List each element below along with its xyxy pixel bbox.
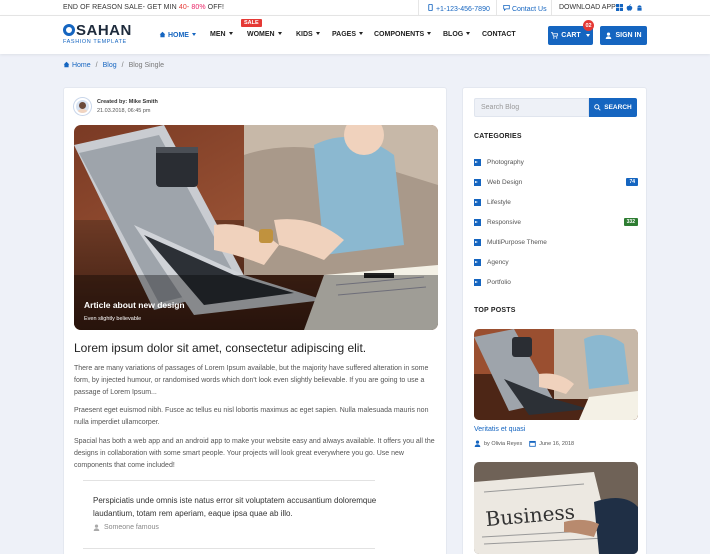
post-title: Lorem ipsum dolor sit amet, consectetur … xyxy=(74,341,367,355)
breadcrumb-blog[interactable]: Blog xyxy=(103,62,117,69)
phone-icon xyxy=(428,4,433,11)
count-badge: 74 xyxy=(626,178,638,186)
apple-icon[interactable] xyxy=(626,4,633,11)
chevron-right-icon xyxy=(474,258,481,266)
post-hero-image: Article about new design Even slightly b… xyxy=(74,125,438,330)
top-posts-heading: TOP POSTS xyxy=(474,307,516,314)
sale-badge: SALE xyxy=(241,19,262,27)
chevron-down-icon xyxy=(277,32,282,35)
chevron-down-icon xyxy=(315,32,320,35)
chevron-right-icon xyxy=(474,218,481,226)
blockquote: Perspiciatis unde omnis iste natus error… xyxy=(93,496,377,518)
top-post-author: by Olivia Reyes xyxy=(484,440,523,447)
main-navbar: SAHAN FASHION TEMPLATE HOME MEN SALE WOM… xyxy=(0,16,710,54)
phone-link[interactable]: +1-123-456-7890 xyxy=(427,4,490,13)
newspaper-photo: Business xyxy=(474,462,638,554)
category-item[interactable]: Web Design 74 xyxy=(474,175,638,189)
nav-pages[interactable]: PAGES xyxy=(332,31,363,38)
breadcrumb-separator: / xyxy=(121,61,124,69)
blog-post-card: Created by: Mike Smith 21.03.2018, 06:45… xyxy=(63,87,447,554)
user-icon xyxy=(93,524,100,531)
home-icon xyxy=(63,61,70,68)
search-button[interactable]: SEARCH xyxy=(589,98,637,117)
nav-women[interactable]: WOMEN xyxy=(247,31,282,38)
nav-blog[interactable]: BLOG xyxy=(443,31,471,38)
nav-contact[interactable]: CONTACT xyxy=(482,31,516,38)
top-post-image[interactable]: Business xyxy=(474,462,638,554)
laptop-photo-thumb xyxy=(474,329,638,420)
post-paragraph: Spacial has both a web app and an androi… xyxy=(74,438,435,469)
post-author: Created by: Mike Smith 21.03.2018, 06:45… xyxy=(74,98,158,115)
avatar[interactable] xyxy=(74,98,91,115)
app-store-icons xyxy=(616,4,643,11)
cart-count-badge: 02 xyxy=(583,20,594,31)
post-paragraph: There are many variations of passages of… xyxy=(74,365,429,396)
created-by: Created by: Mike Smith xyxy=(97,99,158,105)
chevron-down-icon xyxy=(359,32,363,35)
post-date: 21.03.2018, 06:45 pm xyxy=(97,108,151,114)
nav-kids[interactable]: KIDS xyxy=(296,31,320,38)
divider xyxy=(496,0,497,16)
sidebar: Search Blog SEARCH CATEGORIES Photograph… xyxy=(462,87,647,554)
chevron-down-icon xyxy=(228,32,233,35)
nav-components[interactable]: COMPONENTS xyxy=(374,31,432,38)
chevron-down-icon xyxy=(585,34,590,37)
divider xyxy=(83,548,375,549)
categories-heading: CATEGORIES xyxy=(474,133,522,140)
download-app-label: DOWNLOAD APP xyxy=(559,4,616,11)
user-icon xyxy=(474,440,481,447)
chevron-right-icon xyxy=(474,158,481,166)
category-item[interactable]: Photography xyxy=(474,155,638,169)
nav-men[interactable]: MEN xyxy=(210,31,233,38)
chevron-right-icon xyxy=(474,178,481,186)
brand-tagline: FASHION TEMPLATE xyxy=(63,39,127,45)
search-icon xyxy=(594,104,601,111)
windows-icon[interactable] xyxy=(616,4,623,11)
top-bar: END OF REASON SALE- GET MIN 40- 80% OFF!… xyxy=(0,0,710,16)
top-post-image[interactable] xyxy=(474,329,638,420)
breadcrumb-current: Blog Single xyxy=(128,61,164,69)
promo-min: 40- xyxy=(178,4,190,11)
breadcrumb: Home / Blog / Blog Single xyxy=(63,61,164,69)
chevron-right-icon xyxy=(474,198,481,206)
image-caption: Article about new design xyxy=(84,300,185,310)
logo-mark-icon xyxy=(63,24,75,36)
divider xyxy=(418,0,419,16)
count-badge: 332 xyxy=(623,218,638,226)
promo-max: 80% xyxy=(191,4,206,11)
sign-in-button[interactable]: SIGN IN xyxy=(600,26,647,45)
breadcrumb-home[interactable]: Home xyxy=(63,61,91,69)
top-post-meta: by Olivia Reyes June 16, 2018 xyxy=(474,440,574,447)
android-icon[interactable] xyxy=(636,4,643,11)
contact-link[interactable]: Contact Us xyxy=(503,4,547,13)
image-subcaption: Even slightly believable xyxy=(84,316,142,322)
category-item[interactable]: MultiPurpose Theme xyxy=(474,235,638,249)
promo-text: END OF REASON SALE- GET MIN 40- 80% OFF! xyxy=(63,4,225,11)
chevron-right-icon xyxy=(474,278,481,286)
top-post-title[interactable]: Veritatis et quasi xyxy=(474,426,525,433)
search-input[interactable]: Search Blog xyxy=(474,98,589,117)
chat-icon xyxy=(503,5,510,11)
chevron-down-icon xyxy=(466,32,471,35)
calendar-icon xyxy=(529,440,536,447)
post-paragraph: Praesent eget euismod nibh. Fusce ac tel… xyxy=(74,407,429,426)
category-item[interactable]: Lifestyle xyxy=(474,195,638,209)
breadcrumb-separator: / xyxy=(95,61,98,69)
nav-home[interactable]: HOME xyxy=(159,31,196,39)
quote-author: Someone famous xyxy=(93,524,159,531)
brand-logo[interactable]: SAHAN FASHION TEMPLATE xyxy=(63,23,132,45)
divider xyxy=(83,480,375,481)
category-item[interactable]: Portfolio xyxy=(474,275,638,289)
chevron-down-icon xyxy=(191,33,196,36)
category-item[interactable]: Responsive 332 xyxy=(474,215,638,229)
chevron-right-icon xyxy=(474,238,481,246)
top-post-date: June 16, 2018 xyxy=(539,440,575,447)
cart-icon xyxy=(551,32,559,39)
home-icon xyxy=(159,31,166,38)
user-icon xyxy=(606,32,612,39)
divider xyxy=(551,0,552,16)
chevron-down-icon xyxy=(427,32,432,35)
category-item[interactable]: Agency xyxy=(474,255,638,269)
